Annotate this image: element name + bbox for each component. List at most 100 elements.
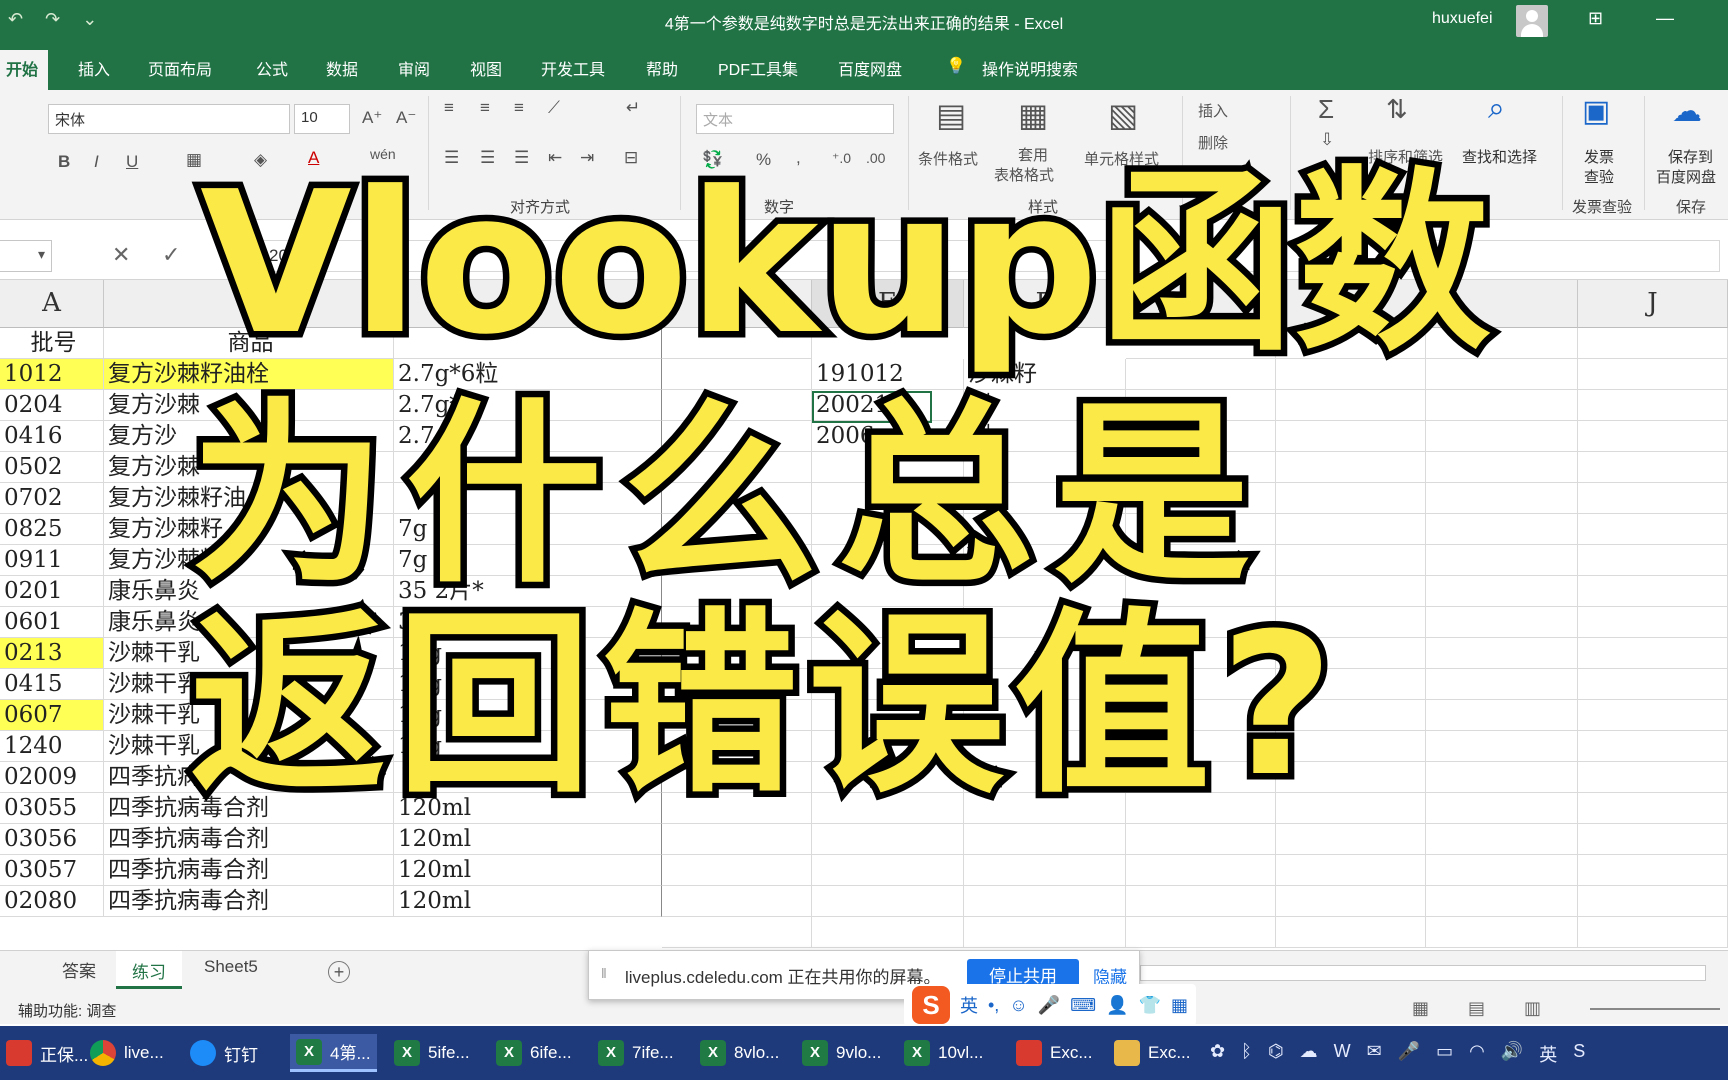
cell-batch-number[interactable]: 0415 bbox=[0, 669, 104, 700]
empty-cell[interactable] bbox=[812, 793, 964, 824]
empty-cell[interactable] bbox=[1426, 669, 1578, 700]
empty-cell[interactable] bbox=[662, 731, 812, 762]
cell-batch-number[interactable]: 0201 bbox=[0, 576, 104, 607]
empty-cell[interactable] bbox=[1276, 824, 1426, 855]
zoom-slider[interactable] bbox=[1590, 1008, 1720, 1010]
empty-cell[interactable] bbox=[1126, 421, 1276, 452]
empty-cell[interactable] bbox=[662, 917, 812, 948]
cell-product-name[interactable]: 复方沙 bbox=[104, 421, 394, 452]
cell-batch-number[interactable]: 03057 bbox=[0, 855, 104, 886]
empty-cell[interactable] bbox=[662, 793, 812, 824]
empty-cell[interactable] bbox=[1426, 886, 1578, 917]
empty-cell[interactable] bbox=[1126, 483, 1276, 514]
column-header-c[interactable] bbox=[394, 280, 662, 328]
taskbar-app-10[interactable]: Exc... bbox=[1010, 1034, 1099, 1072]
cell-batch-number[interactable]: 0702 bbox=[0, 483, 104, 514]
format-as-table-label-1[interactable]: 套用 bbox=[1018, 144, 1048, 165]
cell-product-name[interactable]: 四季抗病毒合剂 bbox=[104, 886, 394, 917]
cloud-icon[interactable]: ☁ bbox=[1300, 1041, 1318, 1067]
tab-developer[interactable]: 开发工具 bbox=[541, 56, 605, 80]
empty-cell[interactable] bbox=[1276, 545, 1426, 576]
page-break-view-icon[interactable]: ▥ bbox=[1524, 998, 1541, 1019]
empty-cell[interactable] bbox=[1578, 793, 1728, 824]
wps-icon[interactable]: W bbox=[1334, 1041, 1351, 1067]
empty-cell[interactable] bbox=[964, 762, 1126, 793]
find-select-icon[interactable]: ⌕ bbox=[1488, 92, 1505, 126]
empty-cell[interactable] bbox=[1126, 700, 1276, 731]
cell-batch-number[interactable]: 0416 bbox=[0, 421, 104, 452]
empty-cell[interactable] bbox=[662, 576, 812, 607]
empty-cell[interactable] bbox=[1578, 886, 1728, 917]
sheet-tab-practice[interactable]: 练习 bbox=[116, 951, 182, 989]
empty-cell[interactable] bbox=[1276, 421, 1426, 452]
cell-batch-number[interactable]: 0204 bbox=[0, 390, 104, 421]
empty-cell[interactable] bbox=[1578, 700, 1728, 731]
volume-icon[interactable]: 🔊 bbox=[1501, 1041, 1523, 1067]
empty-cell[interactable] bbox=[1578, 731, 1728, 762]
italic-button[interactable]: I bbox=[94, 152, 99, 172]
add-sheet-button[interactable]: + bbox=[328, 961, 350, 983]
borders-icon[interactable]: ▦ bbox=[186, 150, 202, 170]
empty-cell[interactable] bbox=[1276, 514, 1426, 545]
empty-cell[interactable] bbox=[662, 514, 812, 545]
taskbar-app-11[interactable]: Exc... bbox=[1108, 1034, 1197, 1072]
normal-view-icon[interactable]: ▦ bbox=[1412, 998, 1429, 1019]
empty-cell[interactable] bbox=[812, 917, 964, 948]
empty-cell[interactable] bbox=[1276, 638, 1426, 669]
align-center-icon[interactable]: ☰ bbox=[480, 148, 495, 168]
cell-product-name[interactable]: 四季抗病 bbox=[104, 762, 394, 793]
empty-cell[interactable] bbox=[1426, 328, 1578, 359]
cell-spec[interactable]: 3 bbox=[394, 607, 662, 638]
cell-product-name[interactable]: 沙棘干乳 bbox=[104, 700, 394, 731]
cell-product-name[interactable]: 四季抗病毒合剂 bbox=[104, 824, 394, 855]
empty-cell[interactable] bbox=[812, 483, 964, 514]
microphone-icon[interactable]: 🎤 bbox=[1038, 995, 1060, 1016]
app-tray-icon[interactable]: ✿ bbox=[1210, 1041, 1225, 1067]
increase-indent-icon[interactable]: ⇥ bbox=[580, 148, 594, 168]
taskbar-app-8[interactable]: X 9vlo... bbox=[796, 1034, 887, 1072]
align-middle-icon[interactable]: ≡ bbox=[480, 98, 490, 118]
column-header-f[interactable]: F bbox=[964, 280, 1126, 328]
cell-spec[interactable]: 7g bbox=[394, 545, 662, 576]
phonetic-button[interactable]: wén bbox=[370, 146, 396, 162]
cell-batch-number[interactable]: 0601 bbox=[0, 607, 104, 638]
empty-cell[interactable] bbox=[1126, 607, 1276, 638]
empty-cell[interactable] bbox=[1578, 452, 1728, 483]
enter-formula-button[interactable]: ✓ bbox=[162, 242, 180, 268]
empty-cell[interactable] bbox=[964, 638, 1126, 669]
decrease-decimal-icon[interactable]: .00 bbox=[866, 150, 885, 166]
header-cell-spec[interactable] bbox=[394, 328, 662, 359]
ime-language[interactable]: 英 bbox=[960, 992, 978, 1018]
tab-page-layout[interactable]: 页面布局 bbox=[148, 56, 212, 80]
shrink-font-icon[interactable]: A⁻ bbox=[396, 108, 416, 128]
cell-spec[interactable] bbox=[394, 483, 662, 514]
cell-product-name[interactable]: 沙棘干乳 bbox=[104, 731, 394, 762]
cell-batch-number[interactable]: 0213 bbox=[0, 638, 104, 669]
cell-spec[interactable] bbox=[394, 762, 662, 793]
empty-cell[interactable] bbox=[1426, 700, 1578, 731]
cell-product-name[interactable]: 复方沙棘籽 bbox=[104, 545, 394, 576]
cell-spec[interactable]: 2.7g*6粒 bbox=[394, 359, 662, 390]
empty-cell[interactable] bbox=[1426, 917, 1578, 948]
orientation-icon[interactable]: ⟋ bbox=[548, 98, 560, 118]
skin-icon[interactable]: 👕 bbox=[1139, 995, 1161, 1016]
cell-spec[interactable]: 10g bbox=[394, 731, 662, 762]
empty-cell[interactable] bbox=[1426, 545, 1578, 576]
format-as-table-icon[interactable]: ▦ bbox=[1018, 96, 1048, 134]
sort-filter-icon[interactable]: ⇅ bbox=[1386, 94, 1408, 125]
empty-cell[interactable] bbox=[964, 669, 1126, 700]
tab-help[interactable]: 帮助 bbox=[646, 56, 678, 80]
cell-batch-number[interactable]: 1012 bbox=[0, 359, 104, 390]
empty-cell[interactable] bbox=[1276, 669, 1426, 700]
autosum-icon[interactable]: Σ bbox=[1318, 94, 1334, 125]
empty-cell[interactable] bbox=[1276, 607, 1426, 638]
empty-cell[interactable] bbox=[1578, 607, 1728, 638]
empty-cell[interactable] bbox=[662, 824, 812, 855]
cell-spec[interactable] bbox=[394, 452, 662, 483]
tab-review[interactable]: 审阅 bbox=[398, 56, 430, 80]
empty-cell[interactable] bbox=[1276, 762, 1426, 793]
tab-pdf-tools[interactable]: PDF工具集 bbox=[718, 56, 798, 80]
underline-button[interactable]: U bbox=[126, 152, 138, 172]
grow-font-icon[interactable]: A⁺ bbox=[362, 108, 382, 128]
cell-batch-number[interactable]: 0911 bbox=[0, 545, 104, 576]
